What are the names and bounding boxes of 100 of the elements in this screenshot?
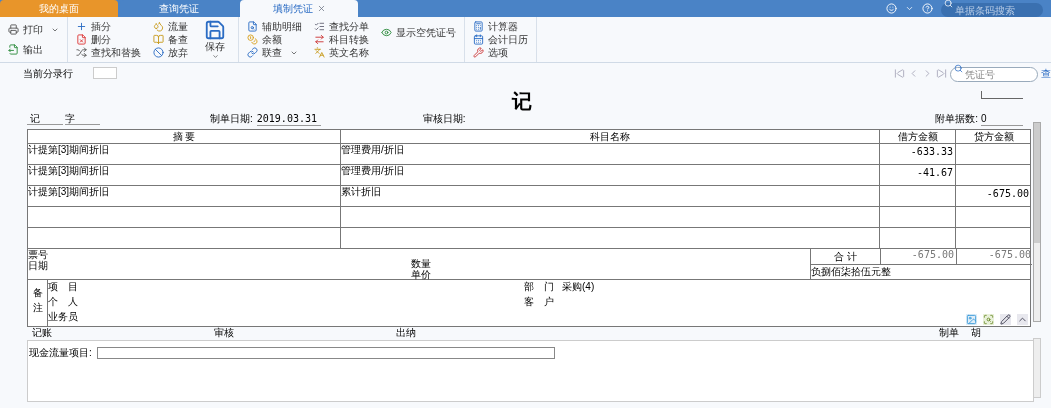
book-icon [153, 34, 164, 45]
discard-icon [153, 47, 164, 58]
amount-in-words: 负捌佰柒拾伍元整 [811, 265, 892, 279]
table-cell: 计提第[3]期间折旧 [28, 144, 110, 155]
debit-total: -675.00 [881, 249, 957, 265]
edit-icon[interactable] [1000, 314, 1011, 325]
toolbar-button[interactable]: 流量 [153, 20, 188, 33]
voucher-search-field[interactable]: 凭证号 [950, 67, 1038, 82]
department-label: 部 门 [524, 281, 554, 292]
last-icon[interactable] [936, 67, 947, 79]
eye-icon [381, 27, 392, 38]
entry-row-field[interactable] [93, 67, 117, 79]
blank-line [981, 91, 1023, 99]
help-icon[interactable] [922, 3, 933, 14]
attachments-value: 0 [981, 112, 1023, 126]
quantity-label: 数量 [411, 258, 431, 269]
flow-icon [153, 21, 164, 32]
column-header: 贷方金额 [972, 130, 1015, 144]
printer-icon [8, 24, 19, 36]
toolbar-button[interactable]: 输出 [8, 42, 59, 56]
search-icon [954, 64, 963, 73]
toolbar-button[interactable]: 英文名称 [314, 46, 369, 59]
tab[interactable]: 填制凭证 [240, 0, 358, 17]
toolbar-button[interactable]: 放弃 [153, 46, 188, 59]
insert-icon [76, 21, 87, 32]
date-value: 2019.03.31 [256, 112, 321, 126]
table-cell: 计提第[3]期间折旧 [28, 186, 110, 197]
toolbar-button[interactable]: 会计日历 [473, 33, 528, 46]
coins-icon [247, 34, 258, 45]
toolbar-button[interactable]: 选项 [473, 46, 528, 59]
credit-total: -675.00 [987, 249, 1032, 262]
column-header: 借方金额 [880, 130, 956, 144]
table-cell: -675.00 [986, 188, 1029, 199]
voucher-number-label: 字 [65, 113, 100, 125]
caret-icon[interactable] [905, 4, 914, 13]
column-header: 摘 要 [28, 130, 341, 144]
department-value: 采购(4) [562, 281, 595, 292]
toolbar-button[interactable]: 辅助明细 [247, 20, 302, 33]
detail-icon [247, 21, 258, 32]
save-icon [204, 19, 226, 41]
delete-icon [76, 34, 87, 45]
customer-label: 客 户 [524, 296, 554, 307]
table-cell: 计提第[3]期间折旧 [28, 165, 110, 176]
calendar-icon [473, 34, 484, 45]
unit-price-label: 单价 [411, 269, 431, 280]
close-icon[interactable] [316, 4, 326, 13]
toolbar-button[interactable]: 删分 [76, 33, 141, 46]
first-icon[interactable] [894, 67, 905, 79]
table-cell: -633.33 [910, 146, 953, 157]
scan-icon[interactable] [983, 314, 994, 325]
date-label: 制单日期: [210, 114, 253, 124]
toolbar-button[interactable]: 插分 [76, 20, 141, 33]
column-header: 科目名称 [341, 130, 880, 144]
preparer-label: 制单 [939, 327, 959, 338]
table-cell: 管理费用/折旧 [341, 165, 404, 176]
query-link[interactable]: 查 [1041, 65, 1051, 81]
picture-icon[interactable] [966, 314, 977, 325]
cash-flow-field[interactable] [96, 347, 555, 359]
reviewed-label: 审核 [214, 327, 234, 338]
toolbar-button[interactable]: 备查 [153, 33, 188, 46]
toolbar-button[interactable]: 科目转换 [314, 33, 369, 46]
search-icon [944, 0, 953, 8]
list-icon [314, 21, 325, 32]
toolbar-button[interactable]: 查找和替换 [76, 46, 141, 59]
link-icon [247, 47, 258, 58]
date-label: 日期 [28, 260, 48, 271]
scrollbar[interactable] [1033, 122, 1041, 322]
posted-label: 记账 [32, 327, 52, 338]
search-field[interactable]: 单据条码搜索 [941, 3, 1043, 17]
toolbar-button[interactable]: 查找分单 [314, 20, 369, 33]
toolbar-button[interactable]: 计算器 [473, 20, 528, 33]
convert-icon [314, 34, 325, 45]
cashier-label: 出纳 [396, 327, 416, 338]
audit-date-label: 审核日期: [422, 114, 466, 124]
cash-flow-label: 现金流量项目: [29, 347, 92, 359]
voucher-type: 记 [27, 113, 63, 125]
user-icon[interactable] [886, 3, 897, 14]
toolbar-button[interactable]: 联查 [247, 46, 302, 59]
voucher-title: 记 [512, 89, 532, 113]
toolbar-button[interactable]: 余额 [247, 33, 302, 46]
salesperson-label: 业务员 [48, 311, 78, 322]
settings-icon [473, 47, 484, 58]
find-replace-icon [76, 47, 87, 58]
collapse-icon[interactable] [1017, 314, 1028, 325]
project-label: 项 目 [48, 281, 78, 292]
calculator-icon [473, 21, 484, 32]
entry-row-label: 当前分录行 [23, 66, 73, 81]
toolbar-button[interactable]: 显示空凭证号 [381, 26, 456, 39]
caret-icon [211, 53, 219, 60]
toolbar-button[interactable]: 保存 [200, 19, 230, 60]
export-icon [8, 43, 19, 55]
person-label: 个 人 [48, 296, 78, 307]
table-cell: -41.67 [916, 167, 953, 178]
scrollbar[interactable] [1033, 338, 1041, 398]
language-icon [314, 47, 325, 58]
toolbar-button[interactable]: 打印 [8, 23, 59, 37]
attachments-label: 附单据数: [935, 114, 978, 124]
total-label: 合 计 [811, 249, 881, 265]
table-cell: 累计折旧 [341, 186, 381, 197]
preparer-value: 胡 [971, 327, 981, 338]
